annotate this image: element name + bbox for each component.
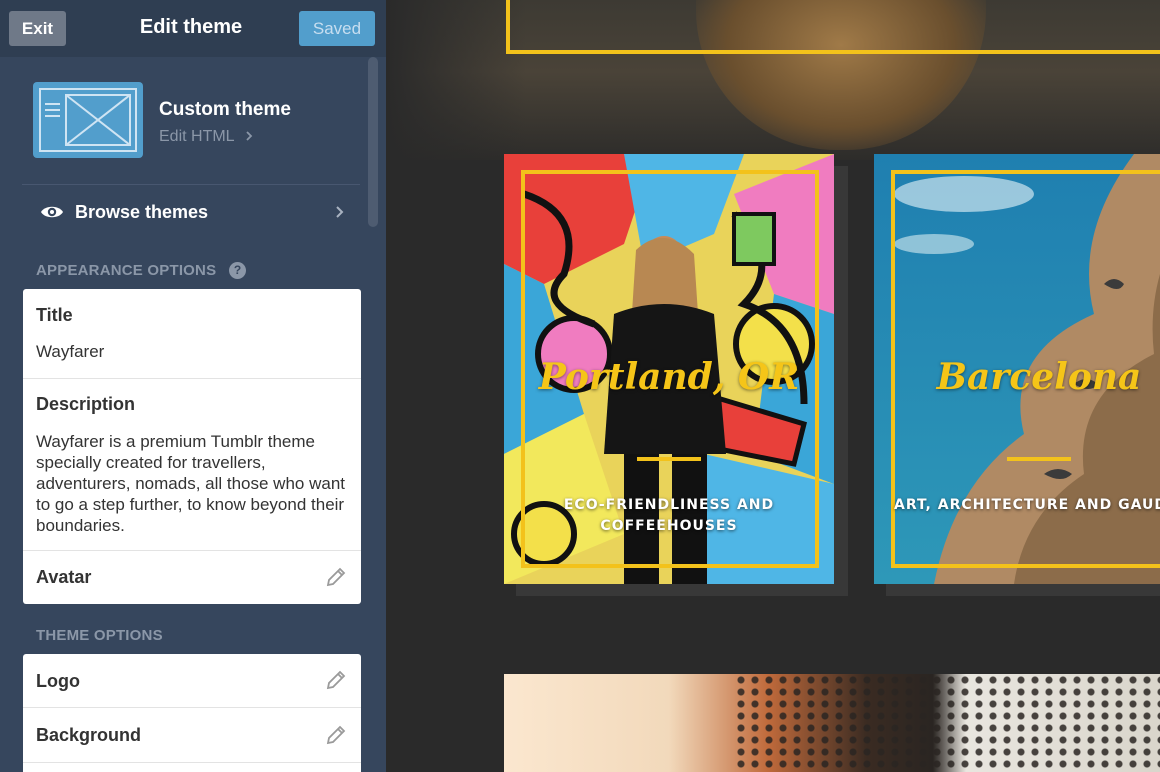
chevron-right-icon (246, 131, 253, 141)
theme-preview: Portland, OR ECO-FRIENDLINESS AND COFFEE… (386, 0, 1160, 772)
tile-subtitle: ECO-FRIENDLINESS AND COFFEEHOUSES (563, 497, 775, 534)
tile-city-title[interactable]: Barcelona (874, 356, 1160, 398)
tile-divider (1007, 457, 1071, 461)
tile-city-title[interactable]: Portland, OR (504, 356, 834, 398)
edit-html-link[interactable]: Edit HTML (159, 128, 254, 146)
title-label: Title (36, 305, 73, 325)
edit-html-label: Edit HTML (159, 128, 234, 145)
help-icon[interactable]: ? (229, 262, 246, 279)
top-bar: Exit Edit theme Saved (0, 0, 386, 57)
saved-button[interactable]: Saved (299, 11, 375, 46)
sidebar-scrollbar[interactable] (368, 57, 378, 227)
theme-options-card: Logo Background (23, 654, 361, 772)
appearance-options-card: Title Wayfarer Description Wayfarer is a… (23, 289, 361, 604)
pencil-icon[interactable] (325, 669, 347, 691)
avatar-field[interactable]: Avatar (23, 551, 361, 604)
background-label: Background (36, 725, 142, 745)
page-title: Edit theme (139, 16, 243, 38)
pencil-icon[interactable] (325, 724, 347, 746)
title-field[interactable]: Title Wayfarer (23, 289, 361, 379)
browse-themes-row[interactable]: Browse themes (22, 192, 360, 234)
tile-divider (637, 457, 701, 461)
logo-field[interactable]: Logo (23, 654, 361, 708)
title-value[interactable]: Wayfarer (36, 341, 104, 362)
theme-layout-icon (39, 88, 137, 152)
exit-button[interactable]: Exit (9, 11, 66, 46)
pencil-icon[interactable] (325, 566, 347, 588)
logo-label: Logo (36, 671, 80, 691)
description-label: Description (36, 394, 136, 414)
hero-image (386, 0, 1160, 160)
description-field[interactable]: Description Wayfarer is a premium Tumblr… (23, 379, 361, 551)
hero-frame (506, 0, 1160, 54)
theme-options-heading: THEME OPTIONS (36, 627, 163, 644)
sidebar: Exit Edit theme Saved Custom theme Edit … (0, 0, 386, 772)
post-tile-portland[interactable]: Portland, OR ECO-FRIENDLINESS AND COFFEE… (504, 154, 834, 584)
appearance-options-heading: APPEARANCE OPTIONS (36, 262, 217, 279)
background-field[interactable]: Background (23, 708, 361, 763)
eye-icon (41, 206, 63, 218)
post-image-lace[interactable] (504, 674, 1160, 772)
theme-thumbnail[interactable] (33, 82, 143, 158)
tile-subtitle: ART, ARCHITECTURE AND GAUD (894, 497, 1160, 513)
divider (22, 184, 360, 185)
avatar-label: Avatar (36, 567, 92, 587)
theme-name: Custom theme (159, 99, 291, 120)
browse-themes-label: Browse themes (75, 202, 209, 222)
description-value[interactable]: Wayfarer is a premium Tumblr theme speci… (36, 431, 348, 536)
chevron-right-icon (336, 206, 344, 218)
post-tile-barcelona[interactable]: Barcelona ART, ARCHITECTURE AND GAUD (874, 154, 1160, 584)
